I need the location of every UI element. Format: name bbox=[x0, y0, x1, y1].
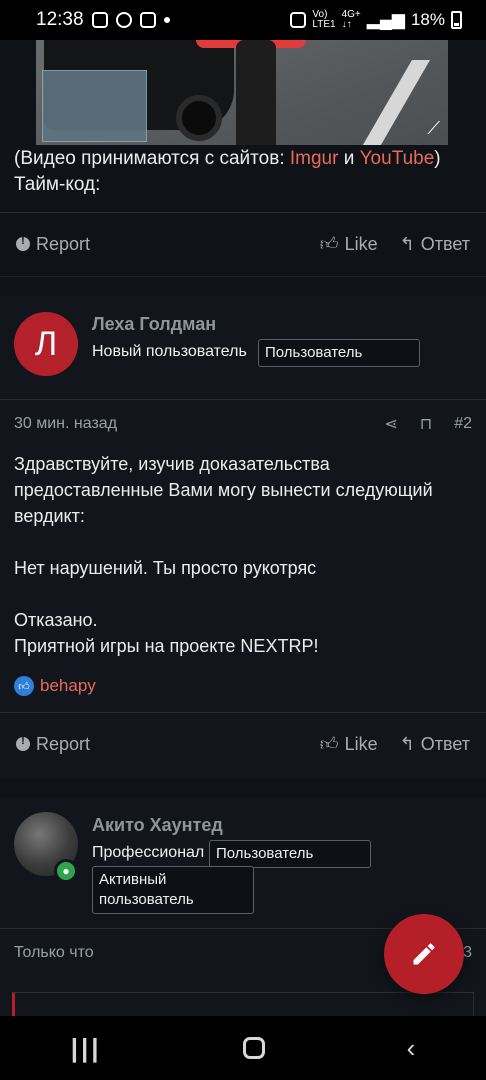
post-media-container: ⟋ bbox=[0, 40, 486, 145]
like-button[interactable]: 👍︎ Like bbox=[320, 233, 378, 255]
signal-icon: ▂▄▆ bbox=[366, 10, 405, 29]
battery-percent: 18% bbox=[410, 10, 445, 29]
home-icon[interactable] bbox=[243, 1037, 266, 1059]
post-actions: Report 👍︎ Like ↰ Ответ bbox=[0, 713, 486, 775]
user-title: Новый пользователь bbox=[92, 343, 247, 360]
report-icon bbox=[16, 735, 30, 751]
reply-icon: ↰ bbox=[399, 733, 415, 754]
user-title: Профессионал bbox=[92, 844, 205, 861]
network-4g-indicator: 4G+ ↓↑ bbox=[341, 9, 361, 30]
post-actions: Report 👍︎ Like ↰ Ответ bbox=[0, 213, 486, 275]
battery-icon bbox=[451, 11, 462, 29]
like-reaction-icon: 👍︎ bbox=[14, 676, 34, 696]
online-status-icon: ● bbox=[54, 859, 78, 883]
reply-icon: ↰ bbox=[399, 233, 415, 254]
more-notifications-dot-icon bbox=[163, 17, 170, 23]
weapon-icon: ⟋ bbox=[427, 118, 440, 138]
pencil-icon bbox=[413, 943, 435, 965]
discord-icon bbox=[91, 12, 108, 28]
volte-indicator: Vo) LTE1 bbox=[312, 9, 336, 30]
system-navigation-bar: ||| ‹ bbox=[0, 1016, 486, 1080]
report-button[interactable]: Report bbox=[16, 734, 90, 755]
video-thumbnail[interactable]: ⟋ bbox=[36, 40, 448, 145]
youtube-link[interactable]: YouTube bbox=[360, 148, 435, 169]
dnd-icon bbox=[115, 12, 132, 28]
alarm-icon bbox=[290, 12, 307, 28]
post-time[interactable]: Только что bbox=[14, 944, 94, 962]
reply-button[interactable]: ↰ Ответ bbox=[400, 234, 470, 255]
report-button[interactable]: Report bbox=[16, 234, 90, 255]
imgur-link[interactable]: Imgur bbox=[290, 148, 339, 169]
recent-apps-icon[interactable]: ||| bbox=[71, 1033, 102, 1064]
post-number[interactable]: #2 bbox=[454, 415, 472, 433]
game-minimap bbox=[42, 70, 147, 142]
user-badge: Пользователь bbox=[209, 840, 371, 868]
bookmark-icon[interactable]: ⊓ bbox=[420, 414, 432, 434]
checkbox-notification-icon bbox=[139, 12, 156, 28]
avatar[interactable]: Л bbox=[14, 312, 78, 376]
post-message: Здравствуйте, изучив доказательства пред… bbox=[14, 454, 433, 656]
user-badge: Пользователь bbox=[258, 339, 420, 367]
post-meta: 30 мин. назад ⋖ ⊓ #2 bbox=[0, 400, 486, 448]
thumbs-up-icon: 👍︎ bbox=[319, 734, 339, 754]
reaction-summary[interactable]: 👍︎ behapy bbox=[14, 676, 96, 696]
post-body-text: (Видео принимаются с сайтов: Imgur и You… bbox=[14, 146, 441, 198]
like-button[interactable]: 👍︎ Like bbox=[320, 733, 378, 755]
status-time: 12:38 bbox=[36, 9, 84, 30]
share-icon[interactable]: ⋖ bbox=[384, 414, 397, 434]
compose-fab-button[interactable] bbox=[384, 914, 464, 994]
post-number[interactable]: 3 bbox=[463, 944, 472, 962]
post-time[interactable]: 30 мин. назад bbox=[14, 415, 117, 433]
thumbs-up-icon: 👍︎ bbox=[319, 234, 339, 254]
user-badge-active: Активный пользователь bbox=[92, 866, 254, 914]
report-icon bbox=[16, 235, 30, 251]
timecode-label: Тайм-код: bbox=[14, 174, 101, 195]
author-name[interactable]: Акито Хаунтед bbox=[92, 815, 223, 836]
status-bar: 12:38 Vo) LTE1 4G+ ↓↑ ▂▄▆ 18% bbox=[0, 0, 486, 40]
back-icon[interactable]: ‹ bbox=[407, 1033, 416, 1064]
author-name[interactable]: Леха Голдман bbox=[92, 314, 216, 335]
reply-button[interactable]: ↰ Ответ bbox=[400, 734, 470, 755]
reaction-user-link[interactable]: behapy bbox=[40, 676, 96, 696]
video-sources-line: (Видео принимаются с сайтов: Imgur и You… bbox=[14, 148, 441, 169]
post-card: Л Леха Голдман Новый пользователь Пользо… bbox=[0, 296, 486, 778]
